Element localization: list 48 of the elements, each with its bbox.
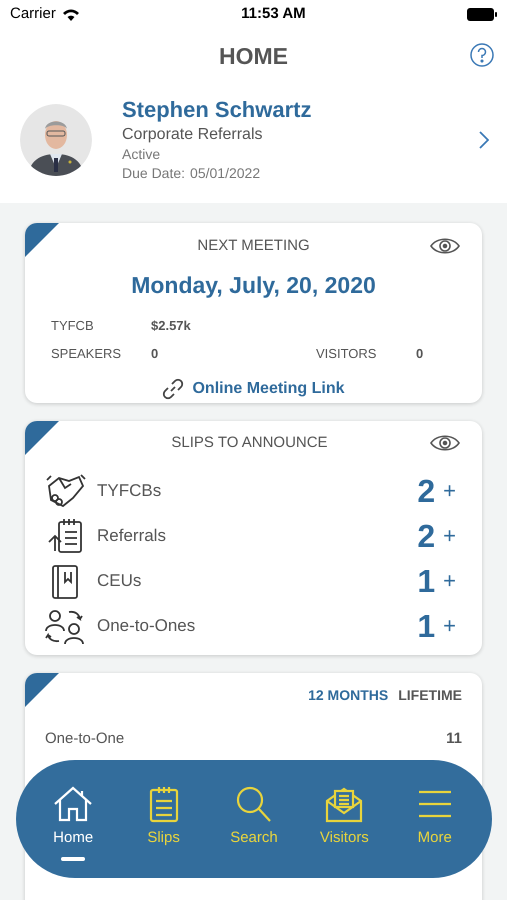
stat-value: 11 [446,729,462,749]
tab-button[interactable]: Visitors [304,776,384,862]
period-tab[interactable]: LIFETIME [398,685,462,706]
online-meeting-link[interactable]: Online Meeting Link [192,376,344,400]
slip-label: TYFCBs [97,480,162,502]
member-status: Active [122,145,162,164]
add-button[interactable]: + [443,570,456,592]
stat-label: One-to-One [45,729,124,749]
help-icon[interactable] [470,43,494,67]
link-icon [162,378,184,400]
tab-button[interactable]: Search [214,776,294,862]
eye-icon[interactable] [430,433,460,453]
stat-label: SPEAKERS [51,345,122,363]
tab-button[interactable]: Home [33,776,114,862]
meeting-date: Monday, July, 20, 2020 [131,272,376,298]
profile-row[interactable]: Stephen Schwartz Corporate Referrals Active Due Date: 05/01/2022 [0,84,507,203]
slip-count: 2 [417,472,436,510]
company-name: Corporate Referrals [122,125,264,145]
clock-time: 11:53 AM [241,4,306,24]
tab-button[interactable]: Slips [124,776,204,862]
slip-label: CEUs [97,570,142,592]
card-title: SLIPS TO ANNOUNCE [171,432,328,453]
slip-count: 2 [417,516,436,556]
eye-icon[interactable] [430,236,460,256]
due-date-value: 05/01/2022 [190,164,260,183]
chevron-right-icon [479,130,489,148]
member-name: Stephen Schwartz [122,96,312,124]
stat-value: $2.57k [151,316,192,334]
carrier-label: Carrier [10,4,56,24]
battery-icon [466,8,497,20]
card-title: NEXT MEETING [197,236,310,256]
stat-label: VISITORS [316,345,378,363]
slip-count: 1 [417,606,436,646]
page-title: HOME [219,42,288,71]
slip-label: One-to-Ones [97,614,196,637]
stat-value: 0 [151,345,160,363]
stat-label: TYFCB [51,316,95,334]
add-button[interactable]: + [443,480,456,502]
slip-label: Referrals [97,524,167,547]
add-button[interactable]: + [443,614,456,636]
wifi-icon [62,8,80,20]
add-button[interactable]: + [443,524,456,546]
home-icon [52,784,94,823]
slip-count: 1 [417,562,436,600]
tab-button[interactable]: More [394,776,475,862]
due-date-label: Due Date: [122,164,186,183]
period-tab[interactable]: 12 MONTHS [308,685,388,706]
stat-value: 0 [416,345,424,363]
